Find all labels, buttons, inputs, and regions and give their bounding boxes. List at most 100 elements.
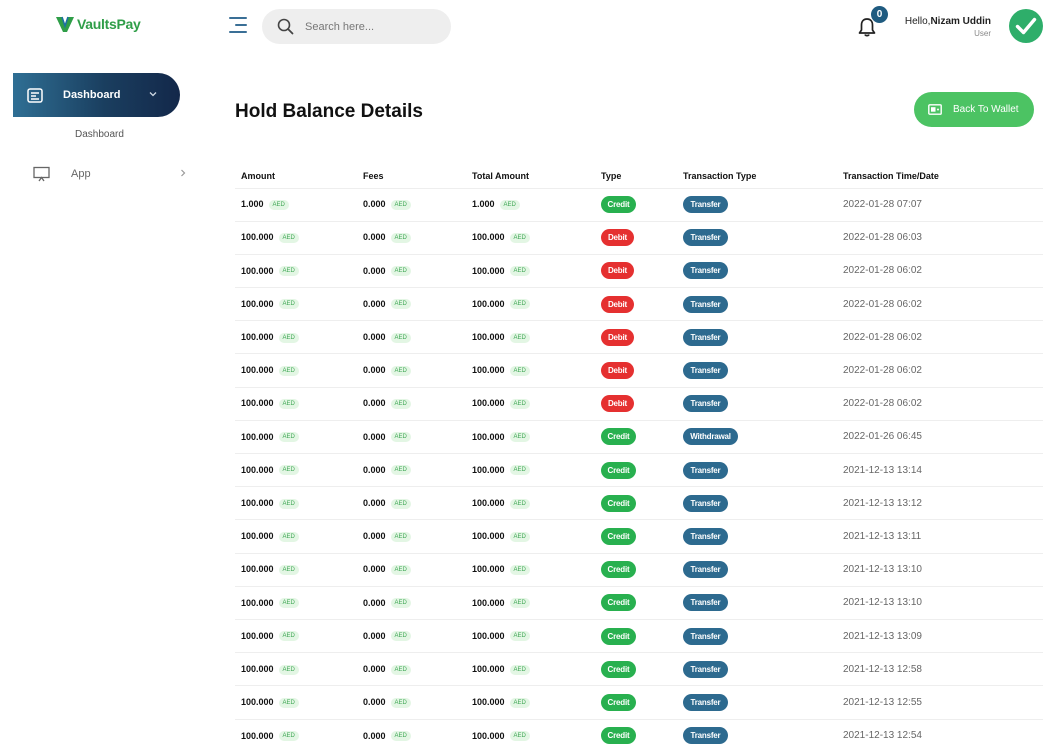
table-row[interactable]: 100.000 AED 0.000 AED 100.000 AED Debit Transfe… [235,287,1043,321]
column-header-total-amount[interactable]: Total Amount [472,160,601,188]
fees-cell: 0.000 AED [363,519,472,554]
fees-value: 0.000 [363,663,386,674]
fees-cell: 0.000 AED [363,353,472,388]
table-row[interactable]: 100.000 AED 0.000 AED 100.000 AED Debit Transfe… [235,220,1043,255]
total-value: 100.000 [472,431,505,442]
table-row[interactable]: 100.000 AED 0.000 AED 100.000 AED Debit Transfe… [235,253,1043,288]
type-badge: Credit [601,660,636,678]
fees-cell: 0.000 AED [363,287,472,321]
total-value: 100.000 [472,365,505,376]
transaction-date-cell: 2022-01-28 06:02 [843,353,1043,388]
transaction-type-badge: Transfer [683,660,728,678]
fees-cell: 0.000 AED [363,452,472,487]
transaction-date-cell: 2022-01-28 06:02 [843,386,1043,421]
notification-count-badge: 0 [871,6,888,23]
table-row[interactable]: 100.000 AED 0.000 AED 100.000 AED Credit Transf… [235,718,1043,749]
sidebar-item-app[interactable]: App [33,163,188,185]
fees-value: 0.000 [363,597,386,608]
type-badge: Debit [601,262,634,280]
sidebar-subitem-dashboard[interactable]: Dashboard [75,129,124,140]
transaction-type-badge: Transfer [683,627,728,645]
transaction-type-badge: Transfer [683,362,728,380]
transaction-type-cell: Transfer [683,353,843,388]
transaction-date-cell: 2021-12-13 13:14 [843,452,1043,487]
type-cell: Debit [601,353,683,388]
type-badge: Debit [601,229,634,247]
fees-cell: 0.000 AED [363,486,472,520]
column-header-transaction-date[interactable]: Transaction Time/Date [843,160,1043,188]
column-header-fees[interactable]: Fees [363,160,472,188]
transaction-date-cell: 2021-12-13 13:12 [843,486,1043,520]
total-cell: 100.000 AED [472,685,601,719]
currency-badge: AED [390,631,411,642]
currency-badge: AED [509,664,530,675]
brand-logo[interactable]: VaultsPay [55,14,141,34]
table-row[interactable]: 100.000 AED 0.000 AED 100.000 AED Credit Transf… [235,585,1043,620]
type-badge: Debit [601,362,634,380]
currency-badge: AED [278,631,299,642]
table-row[interactable]: 100.000 AED 0.000 AED 100.000 AED Credit Transf… [235,552,1043,587]
transaction-type-cell: Transfer [683,386,843,421]
amount-value: 100.000 [241,298,274,309]
currency-badge: AED [278,531,299,542]
fees-value: 0.000 [363,398,386,409]
column-header-amount[interactable]: Amount [235,160,363,188]
table-row[interactable]: 100.000 AED 0.000 AED 100.000 AED Credit Transf… [235,519,1043,554]
fees-cell: 0.000 AED [363,685,472,719]
type-cell: Credit [601,652,683,686]
type-cell: Debit [601,386,683,421]
type-cell: Credit [601,618,683,653]
currency-badge: AED [509,564,530,575]
table-row[interactable]: 100.000 AED 0.000 AED 100.000 AED Credit Transf… [235,652,1043,686]
currency-badge: AED [278,299,299,310]
user-info[interactable]: Hello,Nizam Uddin User [905,16,991,38]
currency-badge: AED [390,299,411,310]
menu-toggle-button[interactable] [229,17,247,33]
fees-cell: 0.000 AED [363,552,472,587]
amount-value: 100.000 [241,597,274,608]
table-row[interactable]: 100.000 AED 0.000 AED 100.000 AED Credit Transf… [235,486,1043,520]
total-cell: 100.000 AED [472,519,601,554]
transaction-date-cell: 2022-01-28 06:02 [843,320,1043,354]
back-to-wallet-button[interactable]: Back To Wallet [914,92,1034,127]
table-row[interactable]: 100.000 AED 0.000 AED 100.000 AED Credit Withdr… [235,419,1043,454]
transaction-type-cell: Transfer [683,287,843,321]
type-cell: Debit [601,220,683,255]
fees-value: 0.000 [363,630,386,641]
avatar[interactable] [1009,9,1043,43]
column-header-type[interactable]: Type [601,160,683,188]
table-row[interactable]: 100.000 AED 0.000 AED 100.000 AED Debit Transfe… [235,320,1043,354]
table-row[interactable]: 100.000 AED 0.000 AED 100.000 AED Credit Transf… [235,685,1043,719]
column-header-transaction-type[interactable]: Transaction Type [683,160,843,188]
currency-badge: AED [390,233,411,244]
amount-cell: 100.000 AED [235,718,363,749]
type-cell: Credit [601,718,683,749]
type-badge: Credit [601,627,636,645]
transaction-date-cell: 2021-12-13 12:58 [843,652,1043,686]
table-row[interactable]: 100.000 AED 0.000 AED 100.000 AED Debit Transfe… [235,353,1043,388]
search-icon[interactable] [277,18,294,35]
transaction-type-cell: Transfer [683,652,843,686]
table-row[interactable]: 100.000 AED 0.000 AED 100.000 AED Credit Transf… [235,452,1043,487]
table-row[interactable]: 1.000 AED 0.000 AED 1.000 AED Credit Transfer 20… [235,187,1043,222]
amount-cell: 100.000 AED [235,386,363,421]
table-row[interactable]: 100.000 AED 0.000 AED 100.000 AED Debit Transfe… [235,386,1043,421]
currency-badge: AED [390,664,411,675]
sidebar-item-dashboard[interactable]: Dashboard [13,73,180,117]
type-badge: Credit [601,494,636,512]
amount-cell: 100.000 AED [235,320,363,354]
table-row[interactable]: 100.000 AED 0.000 AED 100.000 AED Credit Transf… [235,618,1043,653]
total-value: 100.000 [472,298,505,309]
type-cell: Credit [601,486,683,520]
search-input[interactable] [305,20,435,33]
total-value: 100.000 [472,630,505,641]
fees-value: 0.000 [363,265,386,276]
transaction-date-cell: 2021-12-13 13:10 [843,552,1043,587]
type-cell: Credit [601,685,683,719]
user-greeting: Hello,Nizam Uddin [905,16,991,27]
type-cell: Credit [601,519,683,554]
transaction-type-cell: Transfer [683,685,843,719]
total-value: 100.000 [472,564,505,575]
amount-cell: 100.000 AED [235,685,363,719]
amount-value: 100.000 [241,630,274,641]
